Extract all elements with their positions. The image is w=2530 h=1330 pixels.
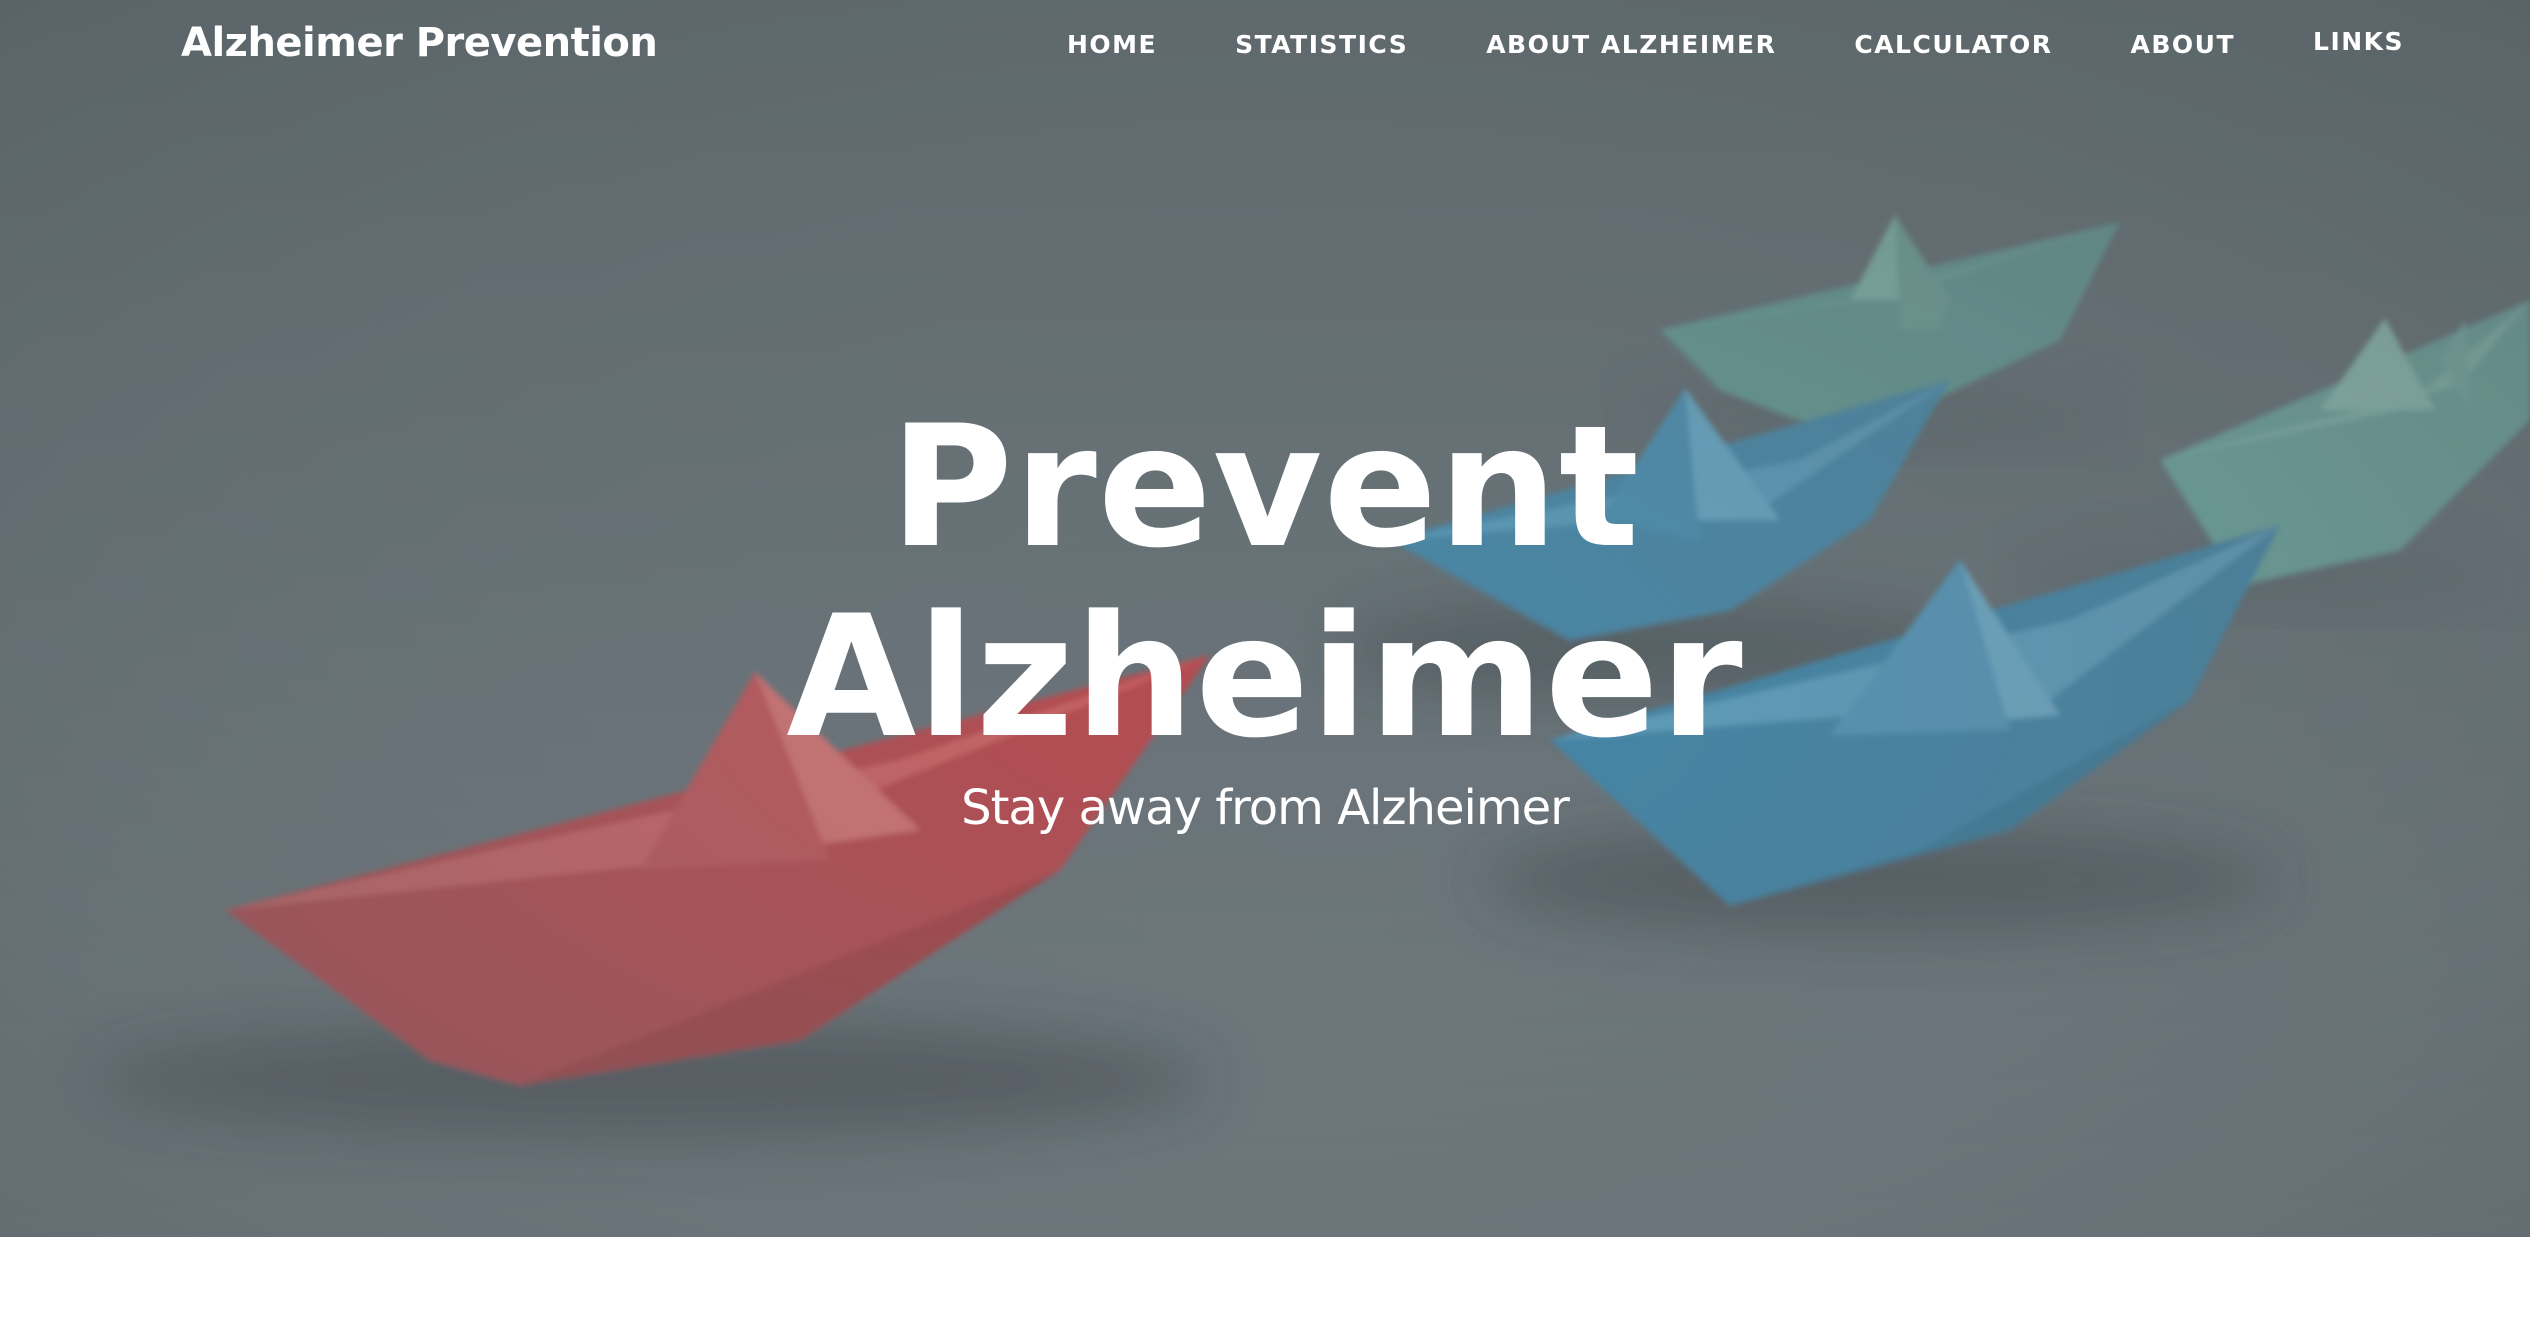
nav-link-links[interactable]: LINKS [2313,27,2404,56]
nav-item: ABOUT ALZHEIMER [1486,30,1854,59]
nav-item: ABOUT [2131,30,2314,59]
hero-title-line-2: Alzheimer [786,579,1744,775]
nav-link-calculator[interactable]: CALCULATOR [1854,30,2052,59]
nav-menu: HOME STATISTICS ABOUT ALZHEIMER CALCULAT… [1067,27,2404,59]
nav-link-statistics[interactable]: STATISTICS [1235,30,1408,59]
nav-item: STATISTICS [1235,30,1486,59]
hero-title-line-1: Prevent [889,389,1641,585]
top-navbar: Alzheimer Prevention HOME STATISTICS ABO… [0,0,2530,92]
brand-logo-link[interactable]: Alzheimer Prevention [181,20,658,66]
hero-subtitle: Stay away from Alzheimer [961,780,1570,836]
nav-item: CALCULATOR [1854,30,2130,59]
hero-section: Alzheimer Prevention HOME STATISTICS ABO… [0,0,2530,1237]
nav-link-about[interactable]: ABOUT [2131,30,2236,59]
hero-title: Prevent Alzheimer [0,392,2530,772]
page: Alzheimer Prevention HOME STATISTICS ABO… [0,0,2530,1330]
nav-item: LINKS [2313,27,2404,59]
content-area [0,1237,2530,1330]
nav-link-home[interactable]: HOME [1067,30,1157,59]
nav-link-about-alzheimer[interactable]: ABOUT ALZHEIMER [1486,30,1776,59]
nav-item: HOME [1067,30,1235,59]
